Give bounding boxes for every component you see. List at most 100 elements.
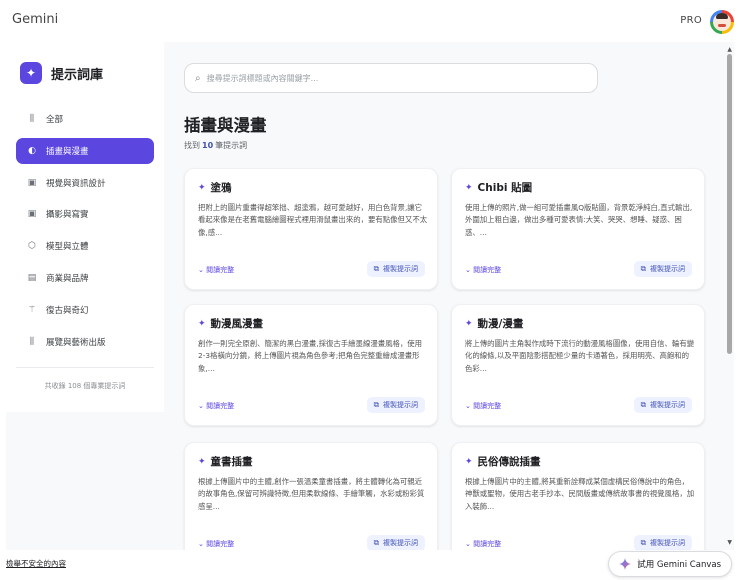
top-bar: Gemini PRO [0,0,740,42]
sidebar: ✦ 提示詞庫 ⫼ 全部 ◐ 插畫與漫畫 ▣ 視覺與資訊設計 ▣ 攝影與寫實 ⬡ 模型與立體 ▤ 商業與… [6,42,164,412]
copy-prompt-button[interactable]: ⧉ 複製提示詞 [366,535,425,550]
prompt-card[interactable]: ✦ 塗鴉把附上的圖片重畫得超笨拙、超塗鴉，越可愛越好，用白色背景,讓它看起來像是在… [184,168,438,290]
card-title: ✦ 民俗傳說插畫 [465,454,541,469]
divider [16,367,154,368]
app-brand[interactable]: Gemini [12,12,58,27]
copy-prompt-label: 複製提示詞 [650,265,685,273]
copy-prompt-button[interactable]: ⧉ 複製提示詞 [366,397,425,413]
read-more-link[interactable]: ⌄ 閱讀完整 [198,539,234,549]
read-more-link[interactable]: ⌄ 閱讀完整 [465,401,501,411]
scroll-down-arrow-icon[interactable]: ▼ [727,539,732,546]
prompt-card[interactable]: ✦ 民俗傳說插畫根據上傳圖片中的主體,將其重新詮釋成某個虛構民俗傳說中的角色，神獸… [451,442,705,550]
try-canvas-button[interactable]: 試用 Gemini Canvas [608,551,732,577]
library-icon: ⫼ [29,114,35,124]
store-icon: ▤ [27,272,37,283]
sidebar-item-6[interactable]: ⚚ 復古與奇幻 [16,297,154,323]
account-avatar[interactable] [710,10,734,34]
read-more-label: 閱讀完整 [473,266,502,274]
pro-badge: PRO [680,15,702,26]
sparkle-icon: ✦ [198,318,206,329]
sidebar-item-label: 攝影與寫實 [46,210,89,221]
copy-icon: ⧉ [640,400,646,409]
chevron-down-icon: ⌄ [198,266,207,274]
copy-prompt-button[interactable]: ⧉ 複製提示詞 [633,535,692,550]
chevron-down-icon: ⌄ [465,540,474,548]
read-more-link[interactable]: ⌄ 閱讀完整 [198,401,234,411]
card-title-text: 童書插畫 [210,456,253,468]
read-more-link[interactable]: ⌄ 閱讀完整 [465,539,501,549]
copy-prompt-label: 複製提示詞 [383,539,418,547]
sparkle-icon: ✦ [198,456,206,467]
sidebar-title: 提示詞庫 [51,67,104,83]
sparkle-icon: ✦ [465,318,473,329]
sidebar-item-3[interactable]: ▣ 攝影與寫實 [16,201,154,227]
copy-prompt-button[interactable]: ⧉ 複製提示詞 [633,397,692,413]
search-input[interactable] [206,73,567,83]
sidebar-item-label: 商業與品牌 [46,273,89,284]
chevron-down-icon: ⌄ [198,540,207,548]
copy-icon: ⧉ [373,538,379,547]
copy-icon: ⧉ [373,400,379,409]
sidebar-item-label: 視覺與資訊設計 [46,178,106,189]
chevron-down-icon: ⌄ [465,402,474,410]
read-more-link[interactable]: ⌄ 閱讀完整 [465,265,501,275]
scrollbar-thumb[interactable] [727,54,732,354]
sidebar-item-0[interactable]: ⫼ 全部 [16,106,154,132]
report-unsafe-link[interactable]: 檢舉不安全的內容 [6,558,66,569]
sidebar-item-5[interactable]: ▤ 商業與品牌 [16,265,154,291]
card-title: ✦ 童書插畫 [198,454,253,469]
copy-prompt-button[interactable]: ⧉ 複製提示詞 [366,261,425,277]
card-description: 根據上傳圖片中的主體,將其重新詮釋成某個虛構民俗傳說中的角色，神獸或聖物，使用古… [465,477,695,511]
sidebar-header: ✦ 提示詞庫 [20,62,103,84]
read-more-link[interactable]: ⌄ 閱讀完整 [198,265,234,275]
palette-icon: ◐ [28,145,36,156]
chevron-down-icon: ⌄ [465,266,474,274]
prompt-library-panel: ✦ 提示詞庫 ⫼ 全部 ◐ 插畫與漫畫 ▣ 視覺與資訊設計 ▣ 攝影與寫實 ⬡ 模型與立體 ▤ 商業與… [6,42,734,550]
sparkle-icon: ✦ [465,456,473,467]
card-description: 根據上傳圖片中的主體,創作一張溫柔童書插畫，將主體轉化為可親近的故事角色,保留可… [198,477,425,511]
sidebar-item-label: 模型與立體 [46,242,89,253]
search-box[interactable]: ⌕ [184,63,598,93]
search-icon: ⌕ [195,72,201,84]
card-title-text: 塗鴉 [210,182,232,194]
sparkle-icon: ✦ [198,182,206,193]
card-title: ✦ 動漫風漫畫 [198,316,263,331]
sidebar-item-2[interactable]: ▣ 視覺與資訊設計 [16,170,154,196]
magic-wand-icon: ⚚ [27,304,37,315]
card-title-text: 動漫/漫畫 [477,318,524,330]
scrollbar[interactable]: ▲ ▼ [724,42,734,550]
card-description: 使用上傳的照片,做一組可愛插畫風Q版貼圖，背景乾淨純白,直式輸出,外圍加上粗白邊… [465,203,693,237]
copy-icon: ⧉ [373,264,379,273]
avatar-image [713,13,731,31]
copy-prompt-label: 複製提示詞 [383,265,418,273]
chevron-down-icon: ⌄ [198,402,207,410]
copy-prompt-label: 複製提示詞 [650,401,685,409]
scroll-up-arrow-icon[interactable]: ▲ [727,46,732,53]
sidebar-item-7[interactable]: ⫼ 展覽與藝術出版 [16,329,154,355]
result-count: 找到 10 筆提示詞 [184,140,247,151]
card-description: 把附上的圖片重畫得超笨拙、超塗鴉，越可愛越好，用白色背景,讓它看起來像是在老舊電… [198,203,428,237]
card-title-text: 民俗傳說插畫 [477,456,541,468]
prompt-card[interactable]: ✦ 動漫風漫畫 創作一則完全原創、簡潔的黑白漫畫,採復古手繪墨線漫畫風格，使用2-3… [184,304,438,426]
copy-icon: ⧉ [640,264,646,273]
copy-icon: ⧉ [640,538,646,547]
sidebar-item-label: 插畫與漫畫 [46,146,89,157]
read-more-label: 閱讀完整 [473,402,502,410]
sidebar-item-label: 展覽與藝術出版 [46,337,106,348]
prompt-card[interactable]: ✦ 動漫/漫畫將上傳的圖片主角製作成時下流行的動漫風格圖像，使用自信、輪有變化的線… [451,304,705,426]
card-title-text: Chibi 貼圖 [477,182,533,194]
page-title: 插畫與漫畫 [184,116,267,135]
sidebar-item-1[interactable]: ◐ 插畫與漫畫 [16,137,154,164]
result-count-number: 10 [202,141,214,150]
read-more-label: 閱讀完整 [206,266,235,274]
card-title: ✦ 動漫/漫畫 [465,316,523,331]
photo-icon: ▣ [27,209,37,220]
prompt-card[interactable]: ✦ Chibi 貼圖 使用上傳的照片,做一組可愛插畫風Q版貼圖，背景乾淨純白,直式輸… [451,168,705,290]
prompt-card[interactable]: ✦ 童書插畫根據上傳圖片中的主體,創作一張溫柔童書插畫，將主體轉化為可親近的故事角… [184,442,438,550]
sparkle-logo-icon: ✦ [20,62,42,84]
total-count: 共收錄 108 個專業提示詞 [44,382,126,390]
sidebar-item-4[interactable]: ⬡ 模型與立體 [16,233,154,259]
sidebar-item-label: 全部 [46,115,64,125]
copy-prompt-button[interactable]: ⧉ 複製提示詞 [633,261,692,277]
card-description: 將上傳的圖片主角製作成時下流行的動漫風格圖像，使用自信、輪有變化的線條,以及平面… [465,339,695,373]
